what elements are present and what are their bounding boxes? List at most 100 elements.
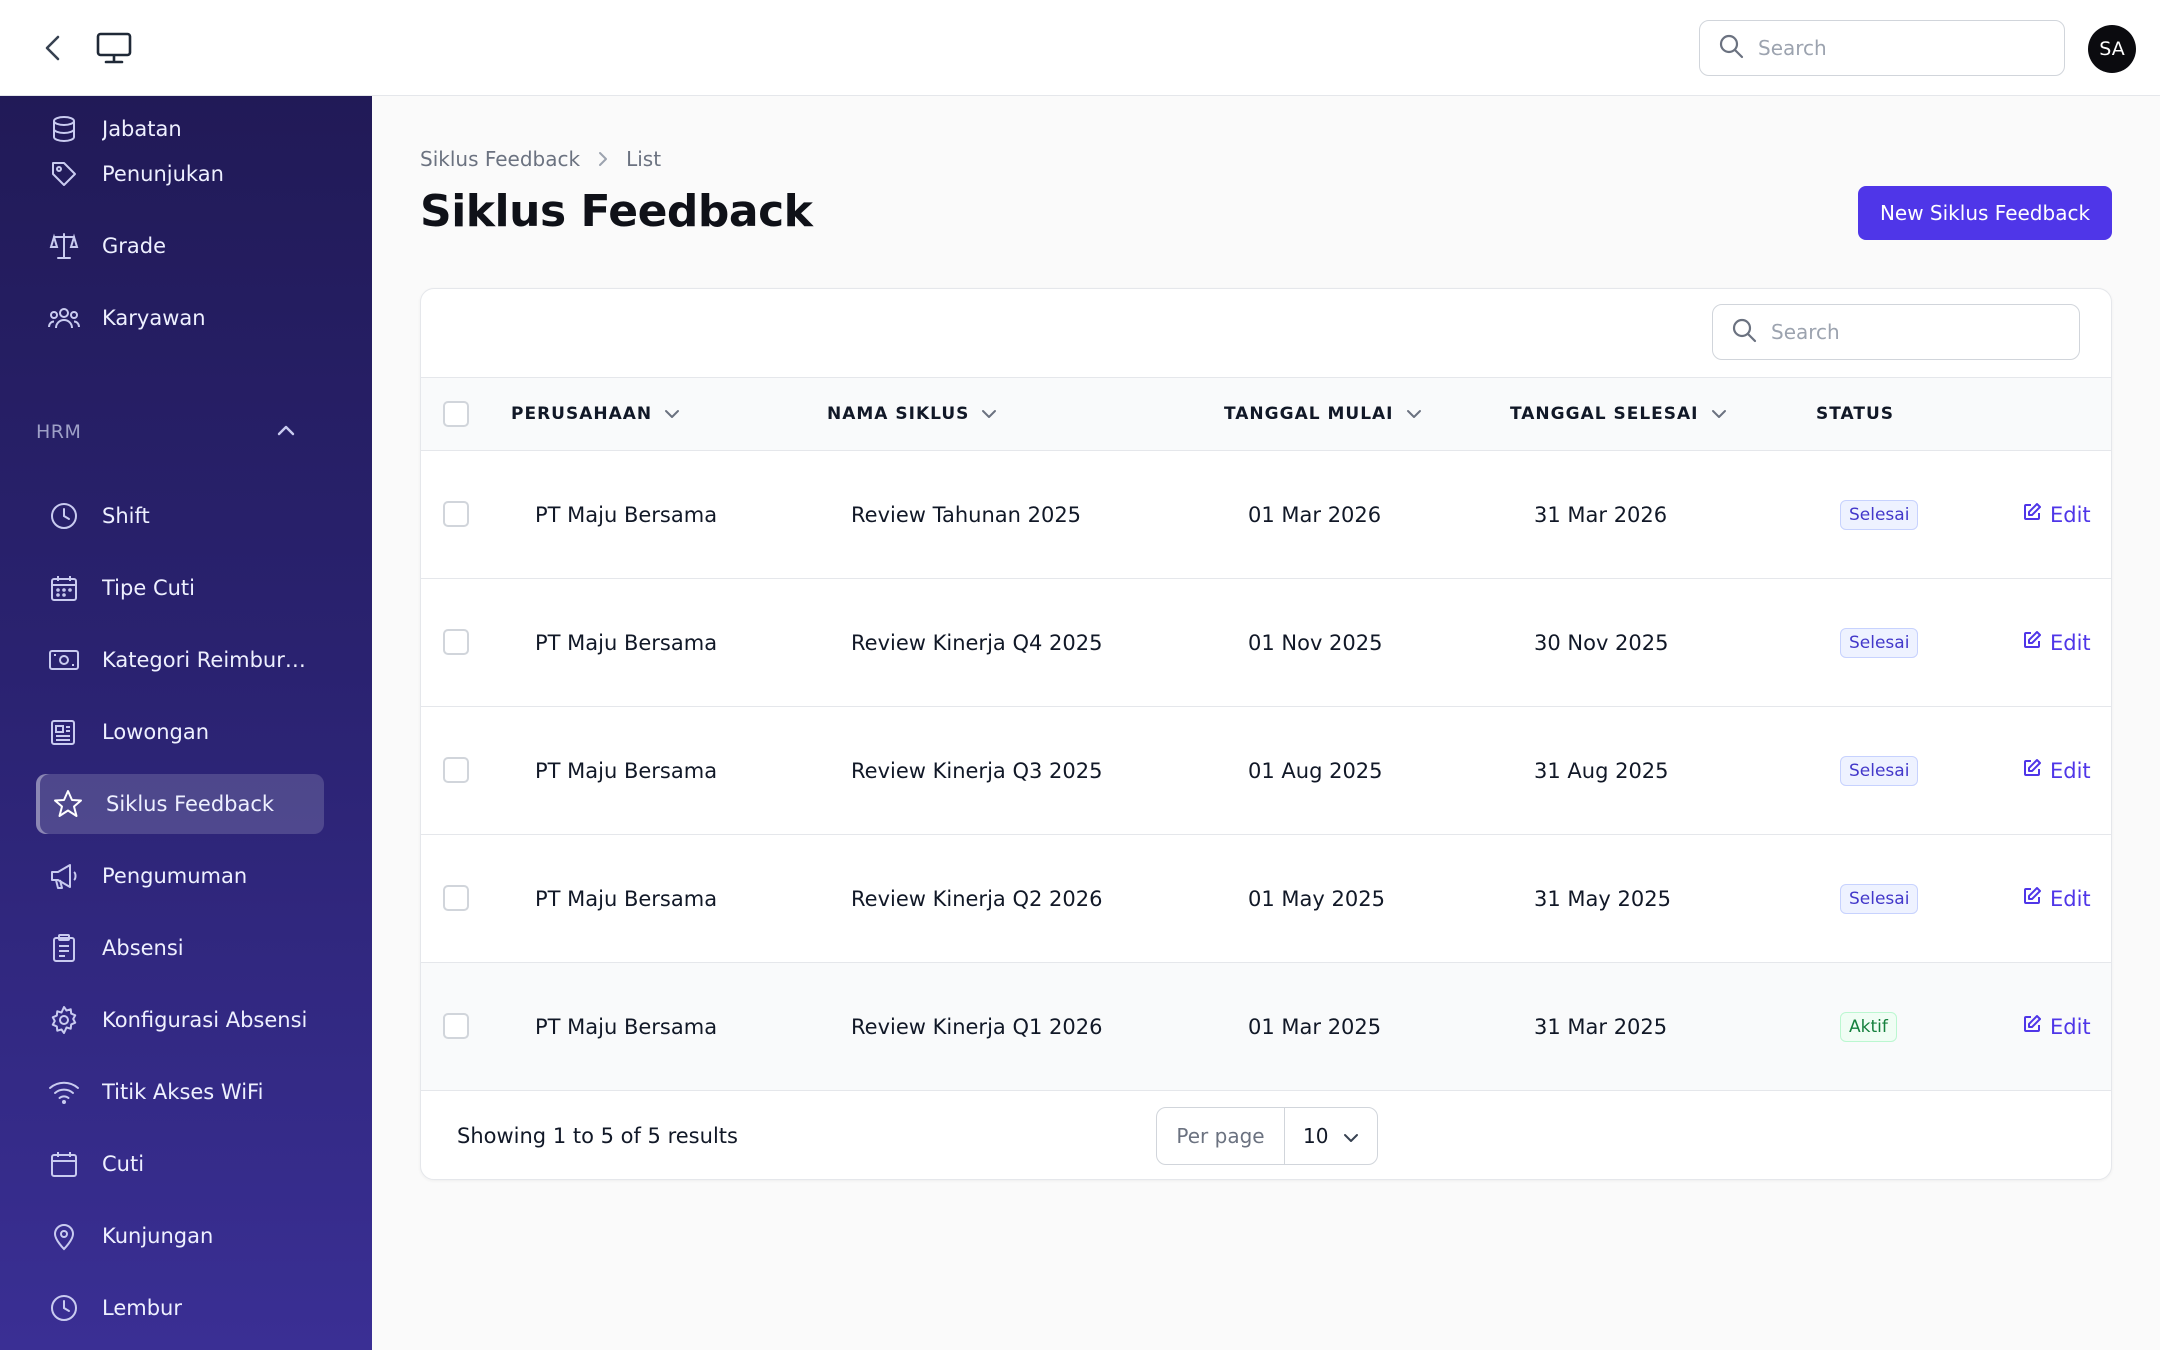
edit-label: Edit	[2050, 886, 2091, 911]
row-checkbox[interactable]	[443, 885, 469, 911]
database-icon	[48, 113, 80, 145]
sidebar-item-grade[interactable]: Grade	[36, 217, 324, 275]
cell-nama-siklus: Review Kinerja Q4 2025	[851, 630, 1103, 655]
user-avatar[interactable]: SA	[2088, 25, 2136, 73]
wifi-icon	[48, 1076, 80, 1108]
cell-perusahaan: PT Maju Bersama	[535, 758, 718, 783]
per-page-value: 10	[1303, 1124, 1329, 1148]
edit-button[interactable]: Edit	[2022, 630, 2091, 655]
cell-tanggal-selesai: 31 Mar 2025	[1534, 1014, 1668, 1039]
sidebar-item-label: Cuti	[102, 1152, 145, 1176]
edit-button[interactable]: Edit	[2022, 758, 2091, 783]
sidebar-item-label: Grade	[102, 234, 167, 258]
sidebar-item-label: Titik Akses WiFi	[102, 1080, 264, 1104]
sidebar-item-kategori-reimbursement[interactable]: Kategori Reimbursement	[36, 631, 324, 689]
sidebar-item-label: Shift	[102, 504, 150, 528]
global-search[interactable]	[1699, 20, 2065, 76]
row-checkbox[interactable]	[443, 1013, 469, 1039]
cell-nama-siklus: Review Tahunan 2025	[851, 502, 1082, 527]
row-checkbox[interactable]	[443, 629, 469, 655]
status-badge: Selesai	[1840, 755, 1919, 786]
monitor-icon[interactable]	[94, 28, 134, 68]
sidebar-item-siklus-feedback[interactable]: Siklus Feedback	[36, 774, 324, 834]
table-footer: Showing 1 to 5 of 5 results Per page 10	[421, 1091, 2111, 1179]
sidebar-item-lembur[interactable]: Lembur	[36, 1279, 324, 1337]
sidebar-item-label: Absensi	[102, 936, 184, 960]
sidebar-item-pengumuman[interactable]: Pengumuman	[36, 847, 324, 905]
status-badge: Selesai	[1840, 627, 1919, 658]
column-header-label: NAMA SIKLUS	[827, 404, 970, 424]
sidebar-item-label: Konfigurasi Absensi	[102, 1008, 308, 1032]
edit-button[interactable]: Edit	[2022, 886, 2091, 911]
cell-tanggal-mulai: 01 Mar 2025	[1248, 1014, 1382, 1039]
sidebar-item-label: Pengumuman	[102, 864, 248, 888]
row-checkbox[interactable]	[443, 501, 469, 527]
cell-tanggal-mulai: 01 Aug 2025	[1248, 758, 1383, 783]
column-header-perusahaan[interactable]: PERUSAHAAN	[511, 378, 680, 450]
cell-perusahaan: PT Maju Bersama	[535, 502, 718, 527]
chevron-down-icon	[981, 409, 997, 419]
sidebar-item-lowongan[interactable]: Lowongan	[36, 703, 324, 761]
table-header: PERUSAHAAN NAMA SIKLUS TANGGAL MULAI TAN…	[421, 377, 2111, 451]
back-arrow-icon[interactable]	[36, 30, 70, 66]
chevron-up-icon[interactable]	[272, 416, 300, 444]
sidebar-item-kunjungan[interactable]: Kunjungan	[36, 1207, 324, 1265]
per-page-label: Per page	[1157, 1108, 1285, 1164]
column-header-label: PERUSAHAAN	[511, 404, 653, 424]
calendar-days-icon	[48, 572, 80, 604]
cell-tanggal-mulai: 01 Mar 2026	[1248, 502, 1382, 527]
table-search[interactable]	[1712, 304, 2080, 360]
sidebar-item-cuti[interactable]: Cuti	[36, 1135, 324, 1193]
sidebar-item-label: Karyawan	[102, 306, 206, 330]
cell-nama-siklus: Review Kinerja Q3 2025	[851, 758, 1103, 783]
breadcrumb-current: List	[626, 147, 662, 171]
table-row: PT Maju Bersama Review Tahunan 2025 01 M…	[421, 451, 2111, 579]
cell-nama-siklus: Review Kinerja Q1 2026	[851, 1014, 1103, 1039]
cell-tanggal-selesai: 31 Aug 2025	[1534, 758, 1669, 783]
column-header-nama-siklus[interactable]: NAMA SIKLUS	[827, 378, 997, 450]
new-siklus-feedback-button[interactable]: New Siklus Feedback	[1858, 186, 2112, 240]
map-pin-icon	[48, 1220, 80, 1252]
sidebar-item-shift[interactable]: Shift	[36, 487, 324, 545]
table-search-input[interactable]	[1771, 320, 2051, 344]
pencil-square-icon	[2022, 758, 2050, 783]
sidebar-item-label: Lembur	[102, 1296, 182, 1320]
table-row: PT Maju Bersama Review Kinerja Q1 2026 0…	[421, 963, 2111, 1091]
select-all-checkbox[interactable]	[443, 401, 469, 427]
sidebar-group-label: HRM	[36, 421, 82, 443]
pencil-square-icon	[2022, 630, 2050, 655]
star-icon	[52, 788, 84, 820]
column-header-tanggal-selesai[interactable]: TANGGAL SELESAI	[1510, 378, 1727, 450]
status-badge: Selesai	[1840, 883, 1919, 914]
edit-button[interactable]: Edit	[2022, 1014, 2091, 1039]
per-page-dropdown[interactable]: 10	[1285, 1108, 1377, 1164]
status-badge: Selesai	[1840, 499, 1919, 530]
edit-label: Edit	[2050, 502, 2091, 527]
sidebar-item-konfigurasi-absensi[interactable]: Konfigurasi Absensi	[36, 991, 324, 1049]
column-header-tanggal-mulai[interactable]: TANGGAL MULAI	[1224, 378, 1422, 450]
sidebar-item-tipe-cuti[interactable]: Tipe Cuti	[36, 559, 324, 617]
per-page-select[interactable]: Per page 10	[1156, 1107, 1378, 1165]
breadcrumb-parent-link[interactable]: Siklus Feedback	[420, 147, 580, 171]
sidebar: Jabatan Penunjukan Grade Karyawan HRM Sh…	[0, 96, 372, 1350]
pencil-square-icon	[2022, 886, 2050, 911]
sidebar-item-label: Lowongan	[102, 720, 210, 744]
table-row: PT Maju Bersama Review Kinerja Q3 2025 0…	[421, 707, 2111, 835]
row-checkbox[interactable]	[443, 757, 469, 783]
sidebar-item-penunjukan[interactable]: Penunjukan	[36, 145, 324, 203]
megaphone-icon	[48, 860, 80, 892]
sidebar-item-absensi[interactable]: Absensi	[36, 919, 324, 977]
sidebar-item-label: Tipe Cuti	[102, 576, 195, 600]
column-header-label: STATUS	[1816, 404, 1895, 424]
edit-label: Edit	[2050, 758, 2091, 783]
cash-icon	[48, 644, 80, 676]
edit-button[interactable]: Edit	[2022, 502, 2091, 527]
cell-tanggal-selesai: 30 Nov 2025	[1534, 630, 1669, 655]
sidebar-item-karyawan[interactable]: Karyawan	[36, 289, 324, 347]
sidebar-item-label: Siklus Feedback	[106, 792, 275, 816]
sidebar-item-label: Kategori Reimbursement	[102, 648, 312, 672]
table-card: PERUSAHAAN NAMA SIKLUS TANGGAL MULAI TAN…	[420, 288, 2112, 1180]
global-search-input[interactable]	[1758, 36, 2038, 60]
sidebar-item-label: Penunjukan	[102, 162, 224, 186]
sidebar-item-titik-akses-wifi[interactable]: Titik Akses WiFi	[36, 1063, 324, 1121]
